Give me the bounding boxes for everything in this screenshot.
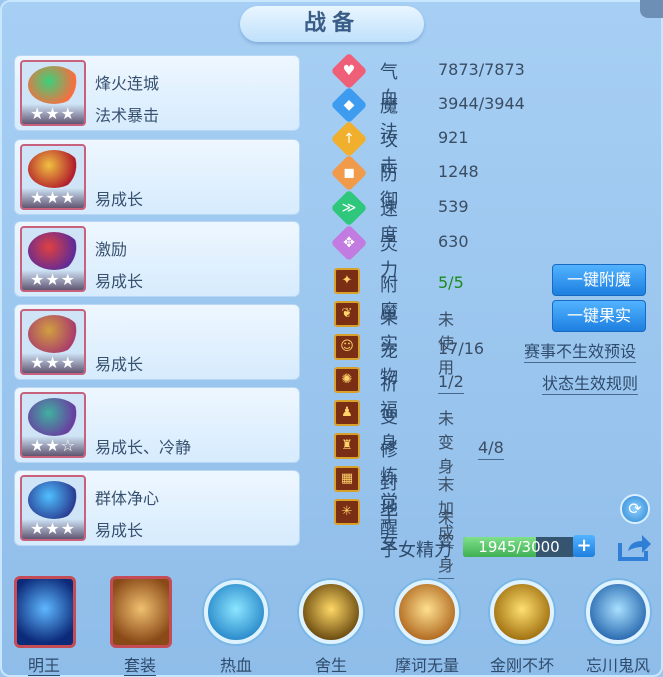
child-energy-bar: 1945/3000 bbox=[463, 537, 575, 557]
skill-slot[interactable]: 摩诃无量 bbox=[387, 574, 467, 676]
one-click-enchant-button[interactable]: 一键附魔 bbox=[552, 264, 646, 296]
skill-icon[interactable] bbox=[204, 580, 268, 644]
shield-icon: ◼ bbox=[330, 154, 368, 192]
equipment-art bbox=[28, 481, 80, 519]
star-rating: ★★★ bbox=[22, 104, 84, 124]
star-rating: ★★★ bbox=[22, 188, 84, 208]
skill-name: 舍生 bbox=[291, 652, 371, 676]
star-rating: ★★★ bbox=[22, 353, 84, 373]
star-rating: ★★★ bbox=[22, 270, 84, 290]
skill-name-text: 忘川鬼风 bbox=[585, 656, 650, 675]
equipment-trait: 易成长 bbox=[95, 521, 144, 540]
equipment-name: 激励 bbox=[95, 240, 128, 259]
spirit-icon: ✥ bbox=[330, 224, 368, 262]
skill-name-text: 套装 bbox=[123, 656, 156, 676]
stat-value: 1248 bbox=[438, 162, 479, 181]
equipment-icon[interactable]: ★★★ bbox=[20, 226, 86, 292]
skill-slot[interactable]: 明王 bbox=[4, 574, 84, 676]
skill-icon[interactable] bbox=[14, 576, 76, 648]
equipment-card[interactable]: ★★★ 激励 易成长 bbox=[14, 221, 300, 297]
heart-icon: ♥ bbox=[330, 52, 368, 90]
equipment-icon[interactable]: ★★☆ bbox=[20, 392, 86, 458]
cultivate-icon: ♜ bbox=[334, 433, 360, 459]
transform-icon: ♟ bbox=[334, 400, 360, 426]
attribute-value[interactable]: 17/16 bbox=[438, 339, 484, 360]
pet-icon: ☺ bbox=[334, 334, 360, 360]
fief-icon: ▦ bbox=[334, 466, 360, 492]
equipment-card[interactable]: ★★★ 易成长 bbox=[14, 304, 300, 380]
skill-slot[interactable]: 忘川鬼风 bbox=[578, 574, 658, 676]
skill-name: 金刚不坏 bbox=[482, 652, 562, 676]
equipment-art bbox=[28, 315, 80, 353]
star-rating: ★★★ bbox=[22, 519, 84, 539]
stat-value: 539 bbox=[438, 197, 469, 216]
close-button[interactable] bbox=[640, 0, 663, 18]
skill-slot[interactable]: 舍生 bbox=[291, 574, 371, 676]
child-energy-value: 1945/3000 bbox=[478, 538, 560, 556]
star-rating: ★★☆ bbox=[22, 436, 84, 456]
equipment-art bbox=[28, 66, 80, 104]
one-click-fruit-button[interactable]: 一键果实 bbox=[552, 300, 646, 332]
equipment-name: 群体净心 bbox=[95, 489, 160, 508]
skill-name: 明王 bbox=[4, 652, 84, 676]
skill-icon[interactable] bbox=[490, 580, 554, 644]
refresh-icon[interactable]: ⟳ bbox=[620, 494, 650, 524]
stat-value: 921 bbox=[438, 128, 469, 147]
skill-name: 热血 bbox=[196, 652, 276, 676]
equipment-art bbox=[28, 398, 80, 436]
skill-slot[interactable]: 金刚不坏 bbox=[482, 574, 562, 676]
equipment-trait: 易成长 bbox=[95, 355, 144, 374]
equipment-icon[interactable]: ★★★ bbox=[20, 309, 86, 375]
share-icon[interactable] bbox=[616, 533, 652, 561]
event-preset-link[interactable]: 赛事不生效预设 bbox=[524, 338, 637, 363]
skill-icon[interactable] bbox=[110, 576, 172, 648]
fruit-icon: ❦ bbox=[334, 301, 360, 327]
stat-value: 630 bbox=[438, 232, 469, 251]
skill-name: 摩诃无量 bbox=[387, 652, 467, 676]
skill-slot[interactable]: 套装 bbox=[100, 574, 180, 676]
enchant-icon: ✦ bbox=[334, 268, 360, 294]
skill-icon[interactable] bbox=[395, 580, 459, 644]
skill-name-text: 明王 bbox=[27, 656, 60, 676]
equipment-trait: 易成长 bbox=[95, 272, 144, 291]
equipment-icon[interactable]: ★★★ bbox=[20, 60, 86, 126]
equipment-card[interactable]: ★★★ 烽火连城 法术暴击 bbox=[14, 55, 300, 131]
status-rules-link[interactable]: 状态生效规则 bbox=[542, 370, 639, 395]
skill-name-text: 舍生 bbox=[314, 656, 347, 675]
skill-slot[interactable]: 热血 bbox=[196, 574, 276, 676]
title-banner: 战备 bbox=[240, 6, 424, 42]
equipment-card[interactable]: ★★★ 易成长 bbox=[14, 139, 300, 215]
attribute-value[interactable]: 4/8 bbox=[478, 438, 504, 460]
attribute-value[interactable]: 1/2 bbox=[438, 372, 464, 394]
skill-name-text: 热血 bbox=[219, 656, 252, 675]
equipment-trait: 法术暴击 bbox=[95, 106, 160, 125]
equipment-trait: 易成长 bbox=[95, 190, 144, 209]
skill-icon[interactable] bbox=[299, 580, 363, 644]
bless-icon: ✺ bbox=[334, 367, 360, 393]
stat-value: 7873/7873 bbox=[438, 60, 525, 79]
attribute-value[interactable]: 5/5 bbox=[438, 273, 464, 294]
speed-icon: ≫ bbox=[330, 189, 368, 227]
equipment-art bbox=[28, 232, 80, 270]
equipment-trait: 易成长、冷静 bbox=[95, 438, 192, 457]
mana-icon: ◆ bbox=[330, 86, 368, 124]
stat-value: 3944/3944 bbox=[438, 94, 525, 113]
equipment-icon[interactable]: ★★★ bbox=[20, 475, 86, 541]
child-energy-label: 子女精力 bbox=[380, 540, 452, 561]
attribute-value[interactable]: 未变身 bbox=[438, 405, 455, 480]
child-icon: ✳ bbox=[334, 499, 360, 525]
equipment-card[interactable]: ★★☆ 易成长、冷静 bbox=[14, 387, 300, 463]
skill-name-text: 摩诃无量 bbox=[394, 656, 459, 675]
page-title: 战备 bbox=[303, 11, 360, 36]
equipment-icon[interactable]: ★★★ bbox=[20, 144, 86, 210]
attack-icon: ↑ bbox=[330, 120, 368, 158]
skill-name: 忘川鬼风 bbox=[578, 652, 658, 676]
skill-icon[interactable] bbox=[586, 580, 650, 644]
skill-name: 套装 bbox=[100, 652, 180, 676]
equipment-art bbox=[28, 150, 80, 188]
equipment-card[interactable]: ★★★ 群体净心 易成长 bbox=[14, 470, 300, 546]
skill-name-text: 金刚不坏 bbox=[489, 656, 554, 675]
add-energy-button[interactable]: + bbox=[573, 535, 595, 557]
equipment-name: 烽火连城 bbox=[95, 74, 160, 93]
